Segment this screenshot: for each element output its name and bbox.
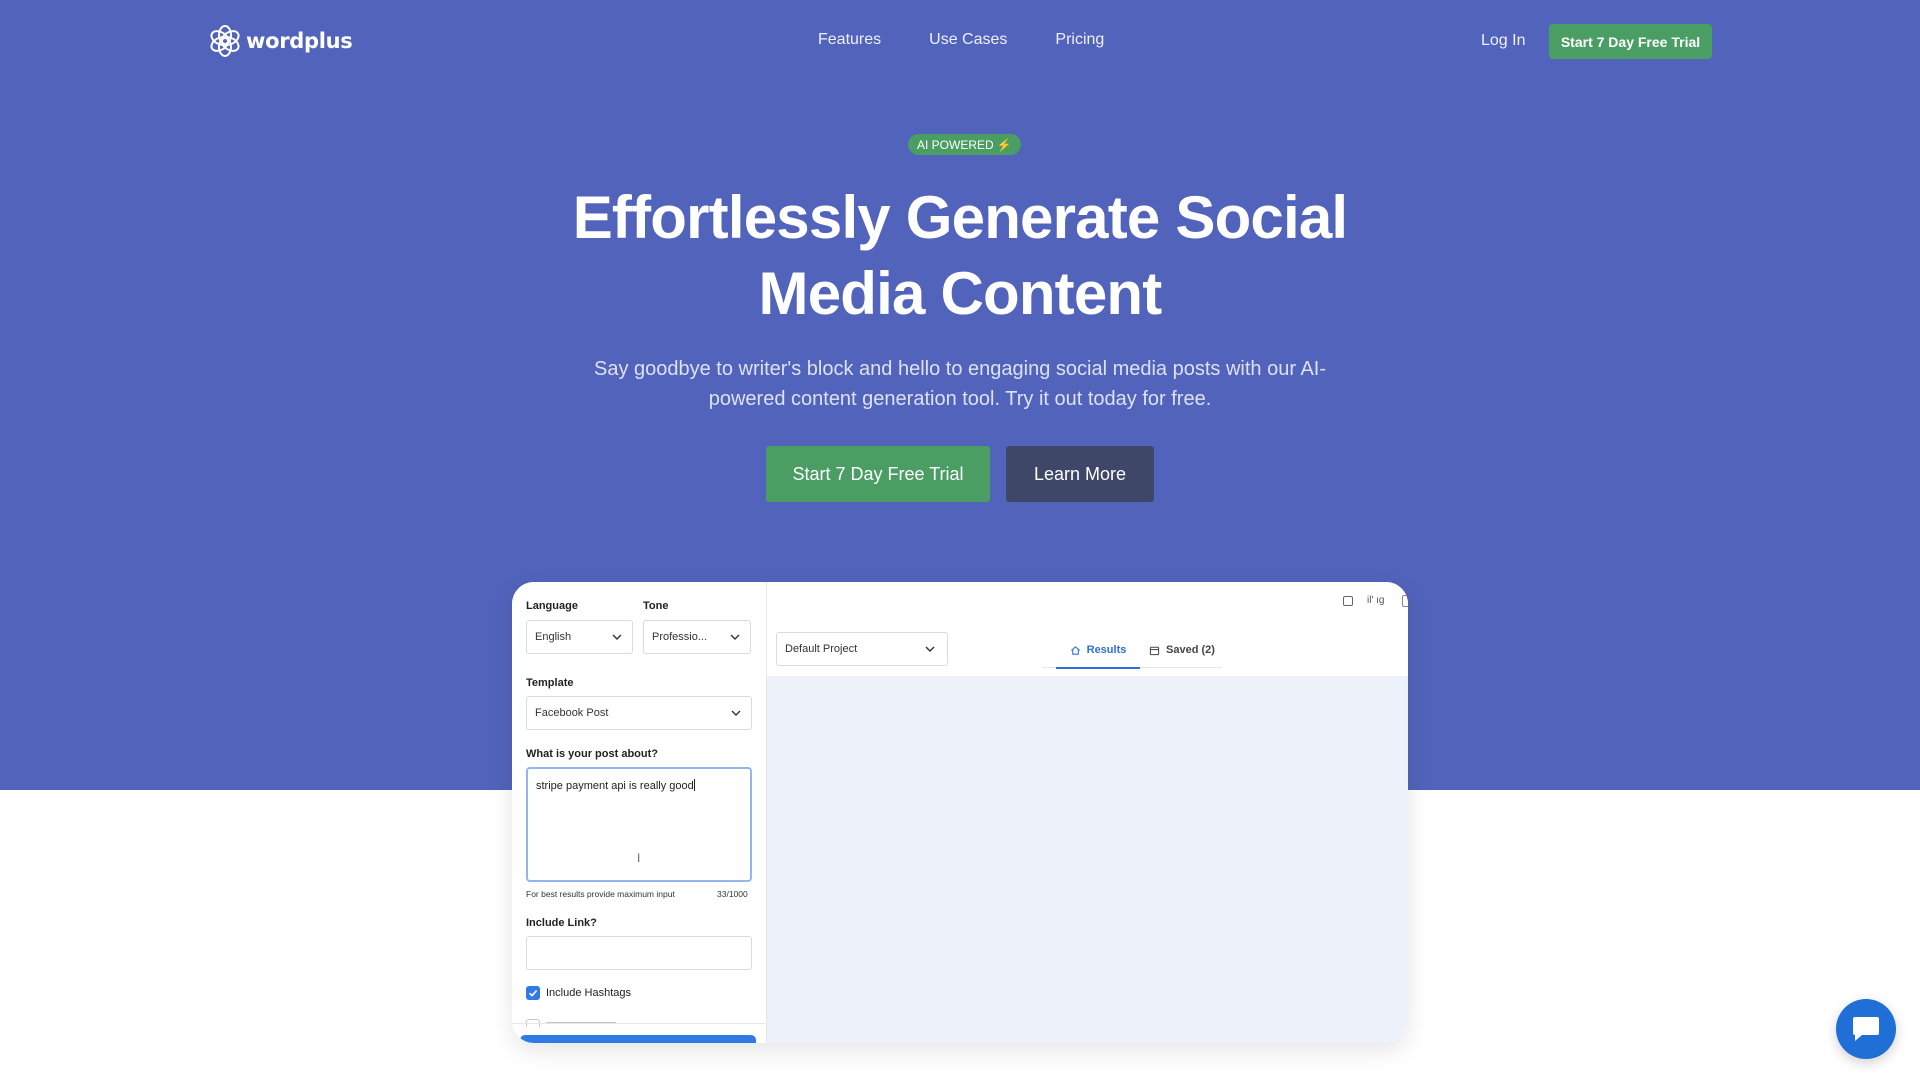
- nav-use-cases[interactable]: Use Cases: [929, 31, 1007, 49]
- include-link-label: Include Link?: [526, 917, 597, 929]
- template-value: Facebook Post: [535, 707, 609, 719]
- chevron-down-icon: [730, 634, 740, 640]
- subtext-line-2: powered content generation tool. Try it …: [708, 388, 1212, 410]
- project-value: Default Project: [785, 643, 858, 655]
- brand-name: wordplus: [246, 29, 353, 53]
- i-beam-cursor-icon: I: [637, 851, 641, 865]
- tone-label: Tone: [643, 600, 669, 612]
- post-about-label: What is your post about?: [526, 748, 658, 760]
- checkmark-icon: [528, 990, 538, 997]
- tab-saved[interactable]: Saved (2): [1142, 632, 1222, 668]
- headline-line-1: Effortlessly Generate Social: [572, 184, 1348, 251]
- project-select[interactable]: Default Project: [776, 632, 948, 666]
- language-select[interactable]: English: [526, 620, 633, 654]
- results-panel: il' ıg Default Project Results Saved (2)…: [767, 582, 1408, 1043]
- window-icon[interactable]: [1402, 595, 1408, 607]
- hero-subtext: Say goodbye to writer's block and hello …: [580, 354, 1340, 414]
- include-hashtags-checkbox[interactable]: [526, 986, 540, 1000]
- results-area: [767, 676, 1408, 1043]
- ai-powered-badge: AI POWERED ⚡: [908, 134, 1021, 155]
- image-icon[interactable]: [1343, 595, 1353, 606]
- tab-results-label: Results: [1086, 644, 1127, 656]
- topbar-icons: il' ıg: [1343, 595, 1384, 606]
- input-panel: Language English Tone Professio... Templ…: [512, 582, 767, 1043]
- learn-more-button[interactable]: Learn More: [1006, 446, 1154, 502]
- chat-widget-button[interactable]: [1836, 999, 1896, 1059]
- tab-results[interactable]: Results: [1056, 632, 1140, 669]
- badge-label: AI POWERED: [917, 137, 994, 152]
- main-nav: Features Use Cases Pricing: [818, 31, 1104, 49]
- topbar-text: il' ıg: [1367, 595, 1385, 606]
- tone-value: Professio...: [652, 631, 708, 643]
- char-count: 33/1000: [717, 889, 748, 899]
- nav-features[interactable]: Features: [818, 31, 881, 49]
- subtext-line-1: Say goodbye to writer's block and hello …: [593, 358, 1326, 380]
- include-hashtags-row[interactable]: Include Hashtags: [526, 986, 631, 1000]
- logo[interactable]: wordplus: [208, 24, 353, 58]
- helper-text: For best results provide maximum input: [526, 889, 675, 899]
- header-trial-button[interactable]: Start 7 Day Free Trial: [1549, 24, 1712, 59]
- hero-trial-button[interactable]: Start 7 Day Free Trial: [766, 446, 990, 502]
- nav-pricing[interactable]: Pricing: [1055, 31, 1104, 49]
- template-label: Template: [526, 677, 574, 689]
- include-hashtags-label: Include Hashtags: [546, 987, 631, 999]
- language-label: Language: [526, 600, 578, 612]
- calendar-icon: [1149, 646, 1160, 655]
- secondary-checkbox-label: [546, 1019, 616, 1025]
- home-icon: [1070, 645, 1080, 655]
- chevron-down-icon: [612, 634, 622, 640]
- tab-saved-label: Saved (2): [1166, 644, 1215, 656]
- results-tabs: Results Saved (2): [1042, 632, 1222, 669]
- chevron-down-icon: [731, 710, 741, 716]
- post-about-textarea[interactable]: stripe payment api is really good I: [526, 767, 752, 882]
- logo-icon: [210, 25, 240, 57]
- language-value: English: [535, 631, 572, 643]
- app-preview: Language English Tone Professio... Templ…: [512, 582, 1408, 1043]
- chat-icon: [1853, 1017, 1879, 1041]
- include-link-input[interactable]: [526, 936, 752, 970]
- headline-line-2: Media Content: [758, 260, 1163, 327]
- login-link[interactable]: Log In: [1481, 32, 1525, 50]
- text-caret: [693, 779, 695, 791]
- bolt-icon: ⚡: [996, 137, 1012, 152]
- hero-headline: Effortlessly Generate Social Media Conte…: [460, 180, 1460, 332]
- generate-button[interactable]: [520, 1035, 756, 1043]
- post-about-value: stripe payment api is really good: [536, 780, 694, 792]
- panel-divider: [512, 1023, 767, 1024]
- chevron-down-icon: [925, 646, 935, 652]
- template-select[interactable]: Facebook Post: [526, 696, 752, 730]
- tone-select[interactable]: Professio...: [643, 620, 751, 654]
